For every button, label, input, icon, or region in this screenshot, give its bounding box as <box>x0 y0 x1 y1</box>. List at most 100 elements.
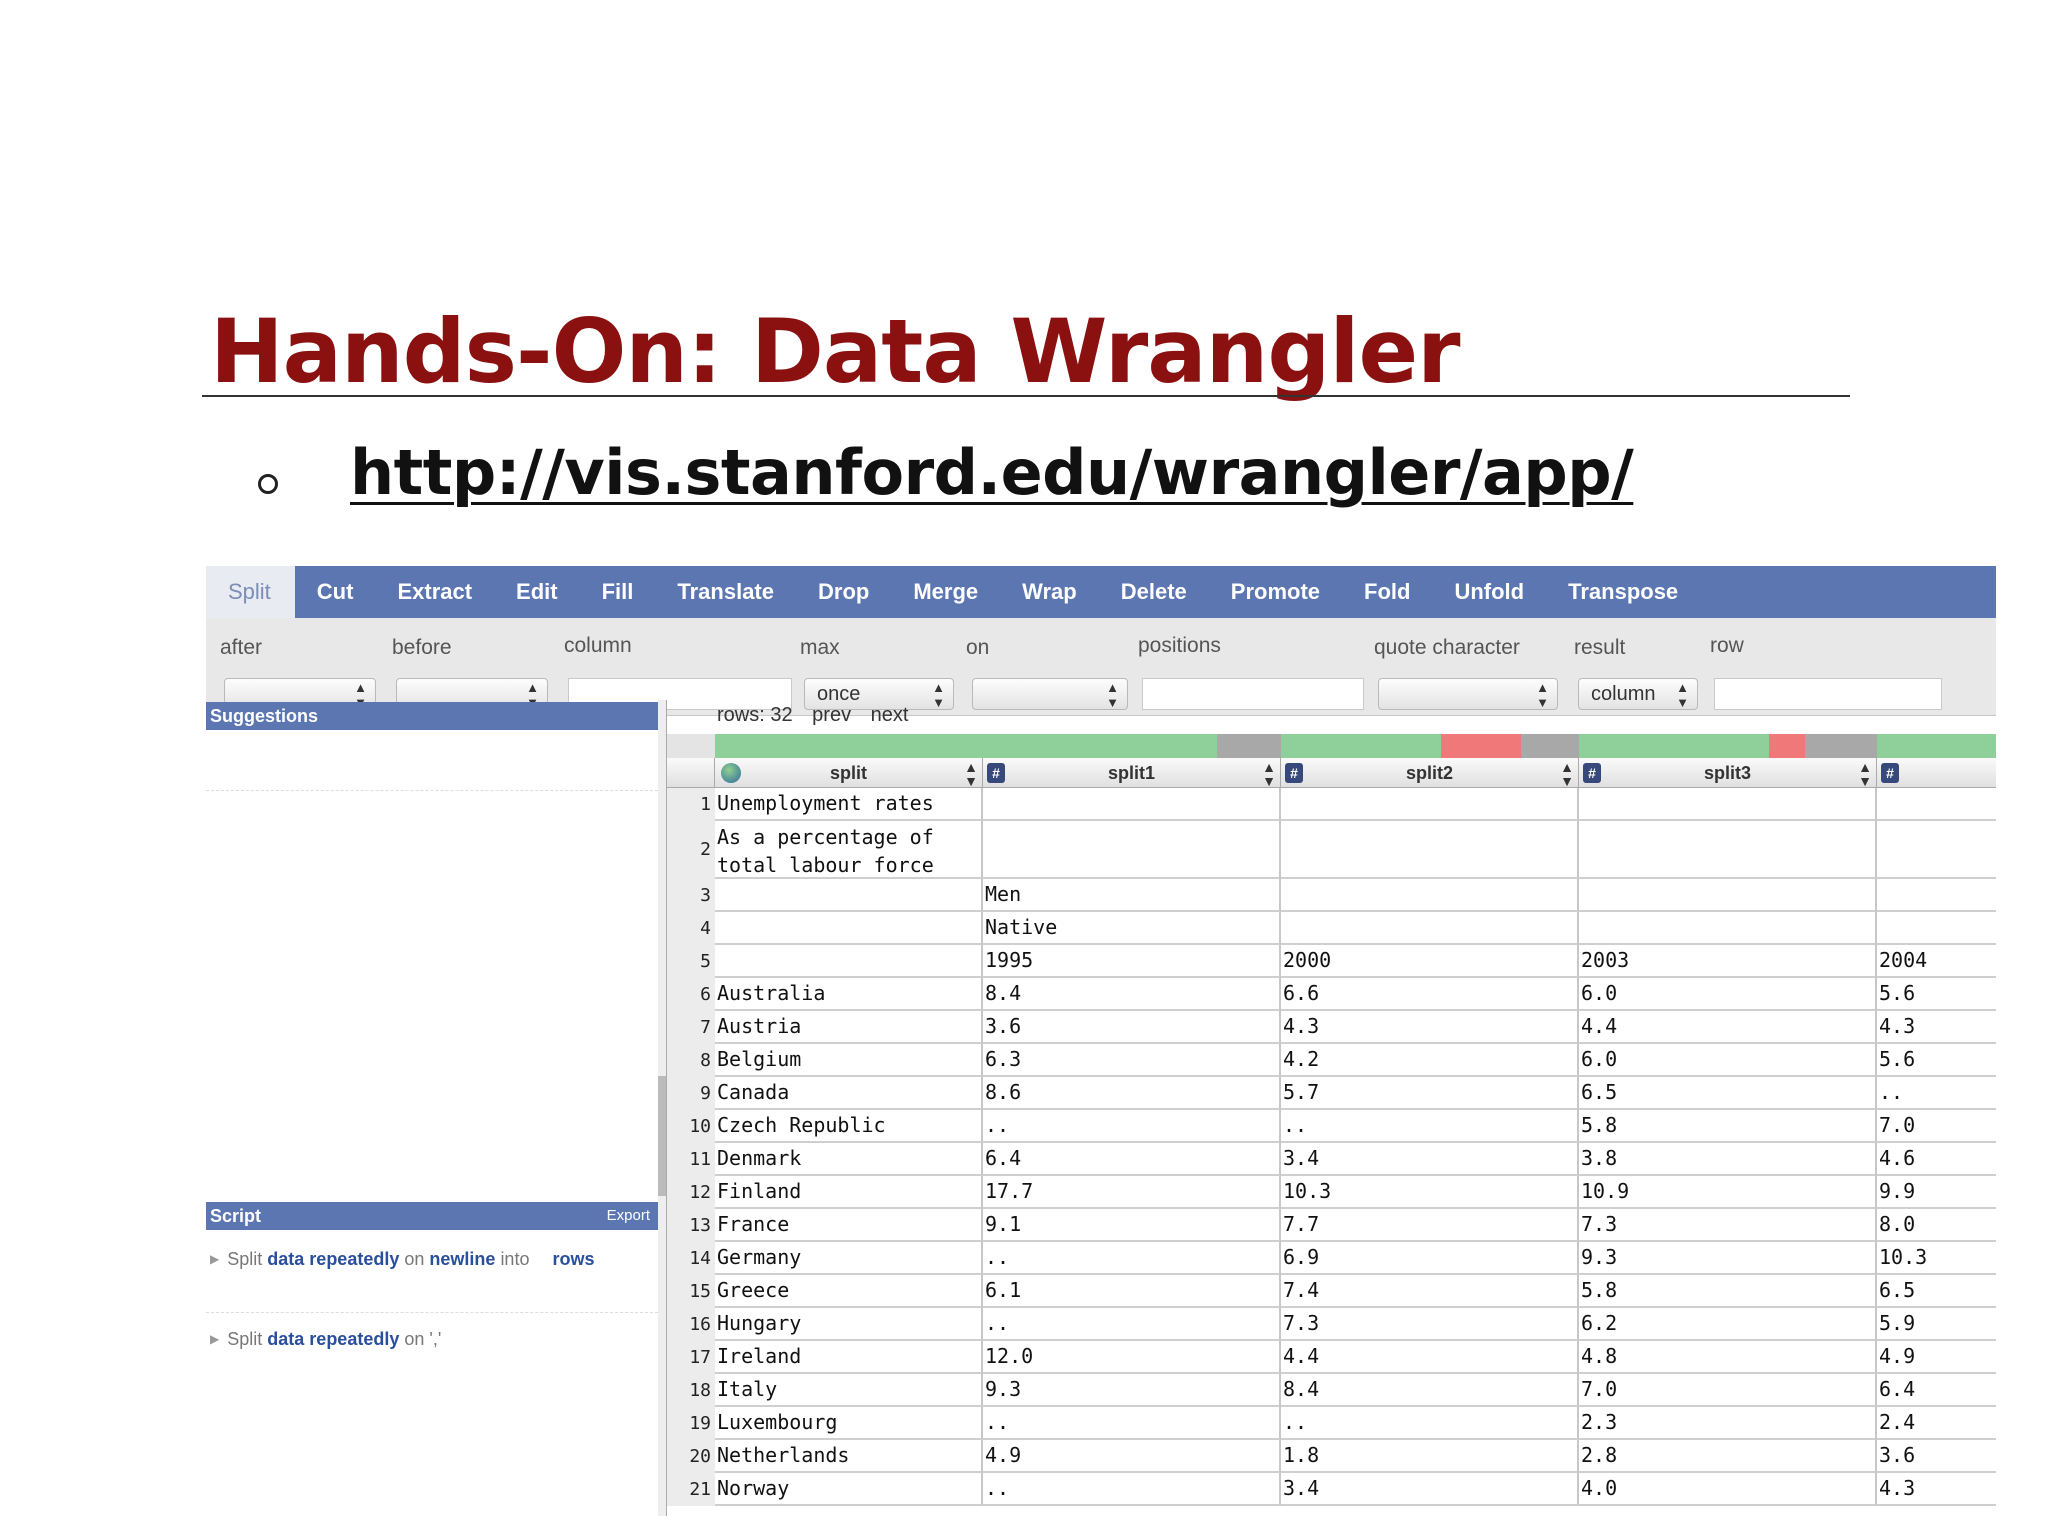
tab-cut[interactable]: Cut <box>295 566 376 618</box>
row-number[interactable]: 18 <box>667 1374 715 1407</box>
prev-link[interactable]: prev <box>812 704 851 726</box>
table-cell[interactable]: 10.3 <box>1877 1242 1996 1275</box>
table-cell[interactable]: 7.3 <box>1579 1209 1877 1242</box>
export-button[interactable]: Export <box>607 1202 650 1230</box>
table-cell[interactable]: 5.7 <box>1281 1077 1579 1110</box>
table-cell[interactable]: 1995 <box>983 945 1281 978</box>
table-cell[interactable]: 3.6 <box>1877 1440 1996 1473</box>
table-cell[interactable]: Italy <box>715 1374 983 1407</box>
grid-scrollbar-thumb[interactable] <box>658 1076 666 1196</box>
table-cell[interactable]: 17.7 <box>983 1176 1281 1209</box>
table-cell[interactable]: Unemployment rates <box>715 788 983 821</box>
tab-split[interactable]: Split <box>206 566 295 618</box>
table-cell[interactable]: 8.6 <box>983 1077 1281 1110</box>
table-cell[interactable] <box>983 788 1281 821</box>
table-cell[interactable]: 6.5 <box>1579 1077 1877 1110</box>
table-cell[interactable]: 2.4 <box>1877 1407 1996 1440</box>
column-header[interactable]: # split1 ▲ ▼ <box>983 758 1281 788</box>
tab-promote[interactable]: Promote <box>1209 566 1342 618</box>
row-number[interactable]: 10 <box>667 1110 715 1143</box>
table-cell[interactable] <box>715 912 983 945</box>
table-cell[interactable]: 4.3 <box>1877 1473 1996 1506</box>
table-cell[interactable]: 6.0 <box>1579 1044 1877 1077</box>
table-cell[interactable]: 8.0 <box>1877 1209 1996 1242</box>
table-cell[interactable]: 6.4 <box>1877 1374 1996 1407</box>
table-cell[interactable]: 4.9 <box>983 1440 1281 1473</box>
table-cell[interactable]: 9.1 <box>983 1209 1281 1242</box>
row-number[interactable]: 17 <box>667 1341 715 1374</box>
table-cell[interactable] <box>1281 788 1579 821</box>
row-number[interactable]: 16 <box>667 1308 715 1341</box>
table-cell[interactable]: 2003 <box>1579 945 1877 978</box>
table-cell[interactable]: 4.4 <box>1579 1011 1877 1044</box>
table-cell[interactable] <box>1579 821 1877 879</box>
numeric-type-icon[interactable]: # <box>1285 763 1303 783</box>
table-cell[interactable]: 9.3 <box>983 1374 1281 1407</box>
table-cell[interactable]: Norway <box>715 1473 983 1506</box>
table-cell[interactable]: .. <box>983 1473 1281 1506</box>
column-menu-arrows-icon[interactable]: ▲ ▼ <box>964 758 978 788</box>
table-cell[interactable]: Austria <box>715 1011 983 1044</box>
table-cell[interactable] <box>1579 788 1877 821</box>
table-cell[interactable]: Native <box>983 912 1281 945</box>
table-cell[interactable]: Hungary <box>715 1308 983 1341</box>
row-number[interactable]: 12 <box>667 1176 715 1209</box>
table-cell[interactable] <box>1579 912 1877 945</box>
table-cell[interactable]: .. <box>1281 1110 1579 1143</box>
table-cell[interactable]: 9.3 <box>1579 1242 1877 1275</box>
table-cell[interactable]: 6.4 <box>983 1143 1281 1176</box>
script-step-2[interactable]: ▶ Split data repeatedly on ',' <box>210 1326 630 1352</box>
table-cell[interactable]: Ireland <box>715 1341 983 1374</box>
row-number[interactable]: 13 <box>667 1209 715 1242</box>
table-cell[interactable]: Canada <box>715 1077 983 1110</box>
table-cell[interactable]: Netherlands <box>715 1440 983 1473</box>
table-cell[interactable]: 5.6 <box>1877 1044 1996 1077</box>
tab-unfold[interactable]: Unfold <box>1432 566 1546 618</box>
table-cell[interactable] <box>1281 879 1579 912</box>
table-cell[interactable]: .. <box>1281 1407 1579 1440</box>
column-menu-arrows-icon[interactable]: ▲ ▼ <box>1262 758 1276 788</box>
table-cell[interactable]: 2.3 <box>1579 1407 1877 1440</box>
table-cell[interactable] <box>1579 879 1877 912</box>
row-number[interactable]: 7 <box>667 1011 715 1044</box>
numeric-type-icon[interactable]: # <box>1881 763 1899 783</box>
table-cell[interactable] <box>1877 912 1996 945</box>
tab-translate[interactable]: Translate <box>655 566 796 618</box>
table-cell[interactable]: 4.3 <box>1877 1011 1996 1044</box>
table-cell[interactable] <box>1877 879 1996 912</box>
table-cell[interactable]: 3.6 <box>983 1011 1281 1044</box>
table-cell[interactable]: Belgium <box>715 1044 983 1077</box>
table-cell[interactable]: 12.0 <box>983 1341 1281 1374</box>
table-cell[interactable]: 4.2 <box>1281 1044 1579 1077</box>
table-cell[interactable] <box>1281 821 1579 879</box>
table-cell[interactable]: .. <box>983 1407 1281 1440</box>
table-cell[interactable]: 2000 <box>1281 945 1579 978</box>
table-cell[interactable]: 2004 <box>1877 945 1996 978</box>
column-header[interactable]: # split3 ▲ ▼ <box>1579 758 1877 788</box>
tab-fold[interactable]: Fold <box>1342 566 1432 618</box>
tab-delete[interactable]: Delete <box>1099 566 1209 618</box>
table-cell[interactable]: 3.4 <box>1281 1143 1579 1176</box>
table-cell[interactable]: .. <box>983 1242 1281 1275</box>
table-cell[interactable]: 4.3 <box>1281 1011 1579 1044</box>
table-cell[interactable]: 4.0 <box>1579 1473 1877 1506</box>
row-number[interactable]: 3 <box>667 879 715 912</box>
table-cell[interactable]: 8.4 <box>983 978 1281 1011</box>
table-cell[interactable]: 6.6 <box>1281 978 1579 1011</box>
table-cell[interactable]: 5.8 <box>1579 1275 1877 1308</box>
table-cell[interactable]: 6.0 <box>1579 978 1877 1011</box>
table-cell[interactable]: 7.4 <box>1281 1275 1579 1308</box>
table-cell[interactable] <box>715 945 983 978</box>
table-cell[interactable]: .. <box>1877 1077 1996 1110</box>
row-number[interactable]: 5 <box>667 945 715 978</box>
tab-wrap[interactable]: Wrap <box>1000 566 1099 618</box>
table-cell[interactable]: 2.8 <box>1579 1440 1877 1473</box>
table-cell[interactable]: 3.8 <box>1579 1143 1877 1176</box>
table-cell[interactable]: Men <box>983 879 1281 912</box>
table-cell[interactable]: Germany <box>715 1242 983 1275</box>
row-number[interactable]: 9 <box>667 1077 715 1110</box>
column-header[interactable]: # split2 ▲ ▼ <box>1281 758 1579 788</box>
table-cell[interactable]: Greece <box>715 1275 983 1308</box>
tab-edit[interactable]: Edit <box>494 566 580 618</box>
row-number[interactable]: 21 <box>667 1473 715 1506</box>
